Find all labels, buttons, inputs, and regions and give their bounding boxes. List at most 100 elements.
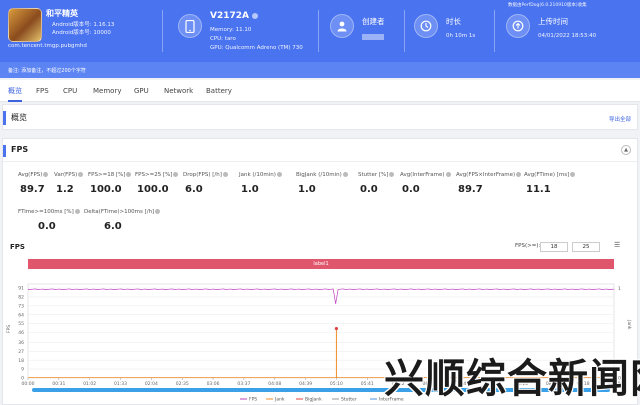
info-icon[interactable] xyxy=(222,172,228,177)
tab-gpu[interactable]: GPU xyxy=(134,80,149,102)
x-tick-label: 00:31 xyxy=(52,381,65,387)
tool-version: 数据由PerfDog(6.0.210910版本)收集 xyxy=(508,3,587,8)
x-tick-label: 02:35 xyxy=(176,381,189,387)
perfdog-report: 和平精英 Android版本号: 1.16.13 Android版本号: 100… xyxy=(0,0,640,405)
y-tick-label: 27 xyxy=(18,349,24,355)
stat-label: Delta(FTime)>100ms [/h] xyxy=(84,209,161,215)
watermark-logo: 兴顺综合新闻网 xyxy=(384,356,640,402)
device-memory: Memory: 11.10 xyxy=(210,27,252,33)
x-tick-label: 05:41 xyxy=(361,381,374,387)
creator-redacted xyxy=(362,34,384,40)
y-tick-label: 64 xyxy=(18,312,24,318)
info-icon[interactable] xyxy=(516,172,522,177)
tab-network[interactable]: Network xyxy=(164,80,193,102)
overview-card: 概览 导出全部 xyxy=(2,104,638,130)
x-tick-label: 00:00 xyxy=(22,381,35,387)
info-icon[interactable] xyxy=(43,172,49,177)
stat-value: 1.0 xyxy=(241,184,259,195)
stat-label: Avg(FTime) [ms] xyxy=(524,172,576,178)
tab-battery[interactable]: Battery xyxy=(206,80,232,102)
stat-label: Jank (/10min) xyxy=(239,172,282,178)
x-tick-label: 05:10 xyxy=(330,381,343,387)
duration-title: 时长 xyxy=(446,17,461,26)
report-header: 和平精英 Android版本号: 1.16.13 Android版本号: 100… xyxy=(0,0,640,62)
stat-value: 89.7 xyxy=(458,184,483,195)
info-icon[interactable] xyxy=(173,172,179,177)
tab-memory[interactable]: Memory xyxy=(93,80,121,102)
x-tick-label: 03:37 xyxy=(237,381,250,387)
y-tick-label: 46 xyxy=(18,330,24,336)
stat-value: 100.0 xyxy=(137,184,169,195)
chart-menu-icon[interactable]: ☰ xyxy=(614,241,620,249)
android-code: Android版本号: 10000 xyxy=(52,30,111,36)
fps-threshold-input-1[interactable]: 18 xyxy=(540,242,568,252)
stat-value: 6.0 xyxy=(185,184,203,195)
y-tick-label: 82 xyxy=(18,295,24,301)
device-info-icon[interactable] xyxy=(252,12,259,19)
stat-value: 0.0 xyxy=(402,184,420,195)
info-icon[interactable] xyxy=(155,209,161,214)
info-icon[interactable] xyxy=(276,172,282,177)
stat-label: FPS>=25 [%] xyxy=(135,172,179,178)
x-tick-label: 04:39 xyxy=(299,381,312,387)
upload-value: 04/01/2022 18:53:40 xyxy=(538,33,597,39)
collapse-icon[interactable]: ▲ xyxy=(621,145,631,155)
stat-value: 11.1 xyxy=(526,184,551,195)
x-tick-label: 03:06 xyxy=(207,381,220,387)
stat-value: 1.2 xyxy=(56,184,74,195)
info-icon[interactable] xyxy=(570,172,576,177)
app-name: 和平精英 xyxy=(46,9,78,18)
x-tick-label: 01:02 xyxy=(83,381,96,387)
app-icon xyxy=(8,8,42,42)
info-icon[interactable] xyxy=(74,209,80,214)
stat-value: 89.7 xyxy=(20,184,45,195)
overview-title: 概览 xyxy=(11,113,27,122)
x-tick-label: 04:08 xyxy=(268,381,281,387)
export-all-link[interactable]: 导出全部 xyxy=(609,115,631,123)
fps-threshold-input-2[interactable]: 25 xyxy=(572,242,600,252)
stat-label: FTime>=100ms [%] xyxy=(18,209,80,215)
legend-label: Stutter xyxy=(341,397,357,403)
package-name: com.tencent.tmgp.pubgmhd xyxy=(8,43,87,49)
phone-icon xyxy=(178,14,202,38)
info-icon[interactable] xyxy=(78,172,84,177)
y2-tick-label: 1 xyxy=(618,286,621,292)
stat-value: 1.0 xyxy=(298,184,316,195)
info-icon[interactable] xyxy=(342,172,348,177)
creator-title: 创建者 xyxy=(362,17,385,26)
stat-label: Var(FPS) xyxy=(54,172,84,178)
stat-label: Drop(FPS) [/h] xyxy=(183,172,228,178)
upload-title: 上传时间 xyxy=(538,17,568,26)
bigjank-marker xyxy=(334,326,339,331)
tab-overview[interactable]: 概览 xyxy=(8,80,22,102)
android-version: Android版本号: 1.16.13 xyxy=(52,22,115,28)
clock-icon xyxy=(414,14,438,38)
y-tick-label: 36 xyxy=(18,340,24,346)
stat-label: Avg(InterFrame) xyxy=(400,172,451,178)
stat-value: 0.0 xyxy=(38,221,56,232)
chart-title: FPS xyxy=(10,243,25,251)
note-bar[interactable]: 备注: 添加备注，不超过200个字符 xyxy=(0,62,640,78)
y-tick-label: 18 xyxy=(18,358,24,364)
y-tick-label: 55 xyxy=(18,321,24,327)
label-bar[interactable]: label1 xyxy=(28,259,614,269)
device-gpu: GPU: Qualcomm Adreno (TM) 730 xyxy=(210,45,303,51)
device-name: V2172A xyxy=(210,11,259,21)
x-tick-label: 01:33 xyxy=(114,381,127,387)
y-axis-label: FPS xyxy=(6,325,12,333)
duration-value: 0h 10m 1s xyxy=(446,33,476,39)
tab-fps[interactable]: FPS xyxy=(36,80,49,102)
stat-label: Avg(FPS) xyxy=(18,172,49,178)
info-icon[interactable] xyxy=(389,172,395,177)
tab-cpu[interactable]: CPU xyxy=(63,80,77,102)
info-icon[interactable] xyxy=(126,172,132,177)
stat-value: 0.0 xyxy=(360,184,378,195)
y-tick-label: 9 xyxy=(21,367,24,373)
stat-label: BigJank (/10min) xyxy=(296,172,348,178)
info-icon[interactable] xyxy=(445,172,451,177)
y2-axis-label: Jank xyxy=(626,319,632,330)
y-tick-label: 0 xyxy=(21,376,24,382)
legend-label: Jank xyxy=(274,397,285,403)
stat-label: Stutter [%] xyxy=(358,172,395,178)
stat-label: Avg(FPS×InterFrame) xyxy=(456,172,522,178)
